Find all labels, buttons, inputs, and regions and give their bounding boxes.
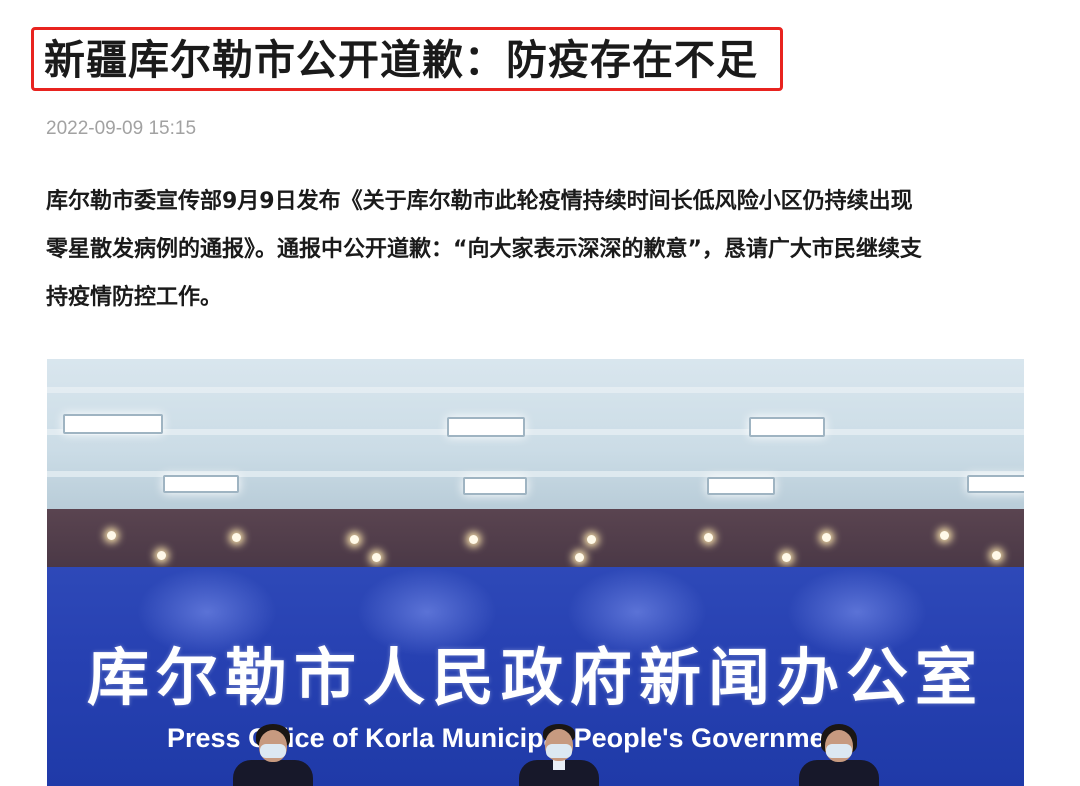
article-lead: 库尔勒市委宣传部9月9日发布《关于库尔勒市此轮疫情持续时间长低风险小区仍持续出现… xyxy=(46,178,1036,322)
ceiling-soffit xyxy=(47,509,1024,569)
backdrop-banner-chinese: 库尔勒市人民政府新闻办公室 xyxy=(87,641,985,714)
publish-timestamp: 2022-09-09 15:15 xyxy=(46,118,197,139)
lead-line: 零星散发病例的通报》。通报中公开道歉：“向大家表示深深的歉意”，恳请广大市民继续… xyxy=(46,237,922,262)
speaker-right xyxy=(799,724,879,786)
article-title: 新疆库尔勒市公开道歉：防疫存在不足 xyxy=(44,36,758,84)
lead-line: 库尔勒市委宣传部9月9日发布《关于库尔勒市此轮疫情持续时间长低风险小区仍持续出现 xyxy=(46,189,913,214)
lead-line: 持疫情防控工作。 xyxy=(46,285,223,310)
speaker-left xyxy=(233,724,313,786)
ceiling xyxy=(47,359,1024,511)
speaker-center xyxy=(519,724,599,786)
press-conference-photo: 库尔勒市人民政府新闻办公室 Press Office of Korla Muni… xyxy=(47,359,1024,786)
